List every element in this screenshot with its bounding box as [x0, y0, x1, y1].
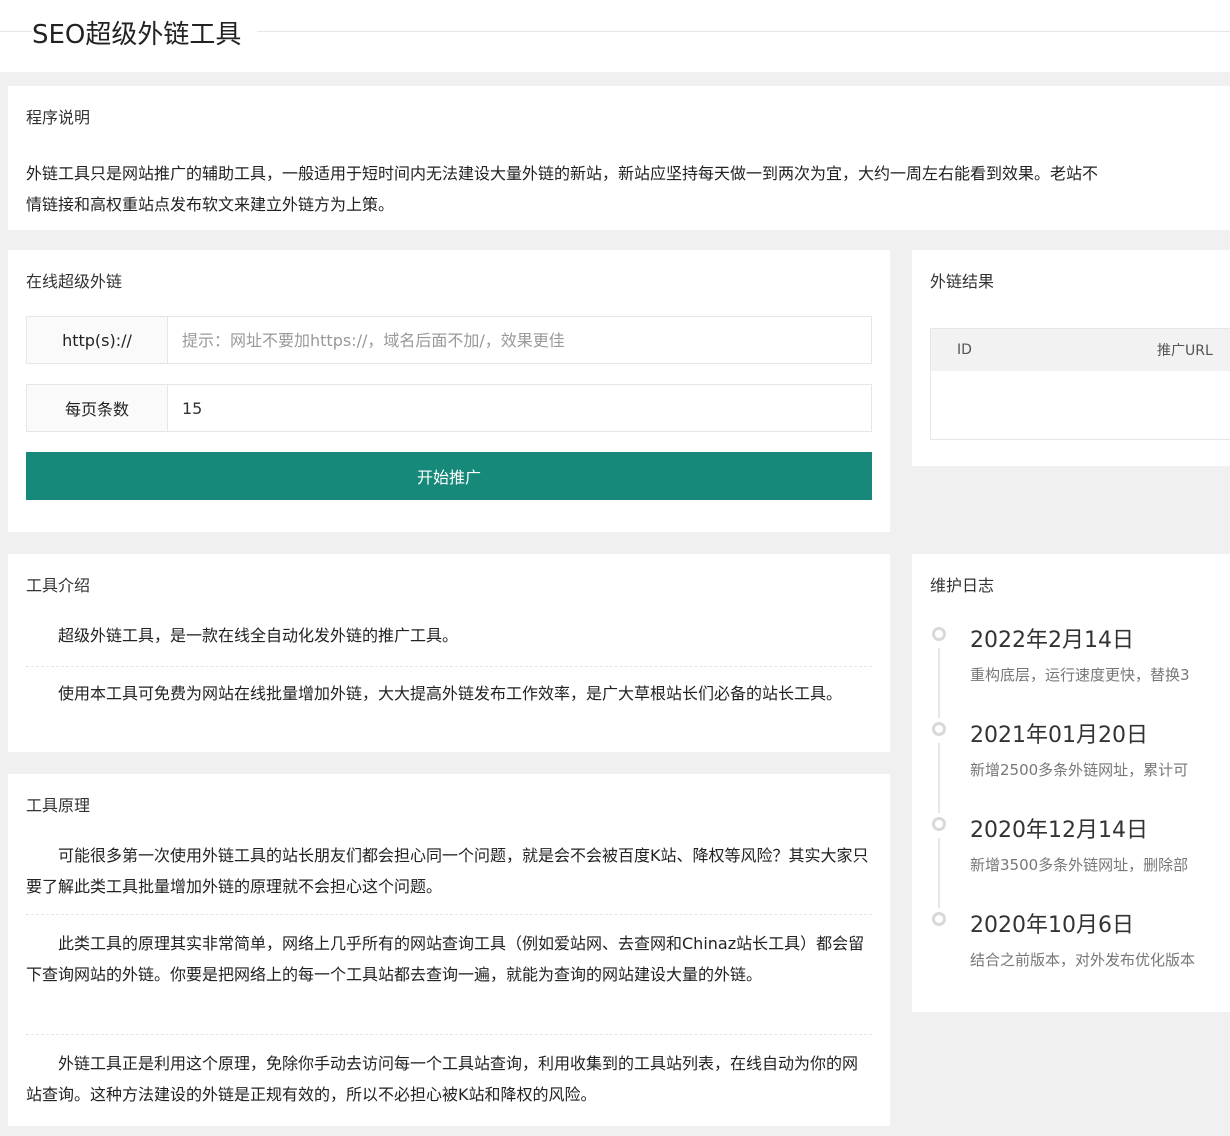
- url-row: http(s)://: [26, 316, 872, 364]
- tool-intro-title: 工具介绍: [26, 576, 91, 595]
- tool-intro-card: 工具介绍 超级外链工具，是一款在线全自动化发外链的推广工具。 使用本工具可免费为…: [8, 554, 890, 752]
- timeline-dot: [932, 722, 946, 736]
- changelog-desc: 新增3500多条外链网址，删除部: [970, 856, 1189, 874]
- changelog-date: 2021年01月20日: [970, 723, 1148, 748]
- divider: [26, 666, 872, 667]
- changelog-title: 维护日志: [930, 576, 995, 595]
- program-description-card: 程序说明 外链工具只是网站推广的辅助工具，一般适用于短时间内无法建设大量外链的新…: [8, 86, 1230, 230]
- url-input[interactable]: [168, 317, 871, 363]
- changelog-desc: 结合之前版本，对外发布优化版本: [970, 951, 1196, 969]
- page-header: SEO超级外链工具: [0, 0, 1230, 72]
- principle-title: 工具原理: [26, 796, 91, 815]
- timeline-line: [938, 838, 940, 908]
- timeline-dot: [932, 912, 946, 926]
- page-title: SEO超级外链工具: [32, 14, 258, 51]
- start-promotion-button[interactable]: 开始推广: [26, 452, 872, 500]
- divider: [26, 914, 872, 915]
- program-description-text: 外链工具只是网站推广的辅助工具，一般适用于短时间内无法建设大量外链的新站，新站应…: [26, 158, 1230, 220]
- changelog-date: 2020年12月14日: [970, 818, 1148, 843]
- changelog-date: 2020年10月6日: [970, 913, 1134, 938]
- changelog-date: 2022年2月14日: [970, 628, 1134, 653]
- changelog-desc: 新增2500多条外链网址，累计可: [970, 761, 1189, 779]
- principle-paragraph: 外链工具正是利用这个原理，免除你手动去访问每一个工具站查询，利用收集到的工具站列…: [26, 1054, 859, 1104]
- timeline-dot: [932, 817, 946, 831]
- timeline-dot: [932, 627, 946, 641]
- changelog-card: 维护日志 2022年2月14日 重构底层，运行速度更快，替换3 2021年01月…: [912, 554, 1230, 1012]
- program-description-title: 程序说明: [26, 108, 91, 127]
- per-page-input[interactable]: [168, 385, 871, 431]
- principle-paragraph: 可能很多第一次使用外链工具的站长朋友们都会担心同一个问题，就是会不会被百度K站、…: [26, 846, 869, 896]
- program-description-line-1: 外链工具只是网站推广的辅助工具，一般适用于短时间内无法建设大量外链的新站，新站应…: [26, 164, 1099, 183]
- timeline-line: [938, 743, 940, 813]
- url-prefix-label: http(s)://: [27, 317, 168, 363]
- results-title: 外链结果: [930, 272, 995, 291]
- divider: [26, 1034, 872, 1035]
- program-description-line-2: 情链接和高权重站点发布软文来建立外链方为上策。: [26, 195, 395, 214]
- principle-card: 工具原理 可能很多第一次使用外链工具的站长朋友们都会担心同一个问题，就是会不会被…: [8, 774, 890, 1126]
- online-form-title: 在线超级外链: [26, 272, 123, 291]
- changelog-desc: 重构底层，运行速度更快，替换3: [970, 666, 1190, 684]
- timeline-line: [938, 648, 940, 718]
- results-col-id: ID: [957, 342, 972, 358]
- tool-intro-paragraph: 使用本工具可免费为网站在线批量增加外链，大大提高外链发布工作效率，是广大草根站长…: [58, 684, 843, 703]
- per-page-row: 每页条数: [26, 384, 872, 432]
- results-col-url: 推广URL: [1157, 343, 1213, 359]
- results-table: ID 推广URL: [930, 328, 1230, 440]
- principle-paragraph: 此类工具的原理其实非常简单，网络上几乎所有的网站查询工具（例如爱站网、去查网和C…: [26, 934, 865, 984]
- tool-intro-paragraph: 超级外链工具，是一款在线全自动化发外链的推广工具。: [58, 626, 459, 645]
- results-card: 外链结果 ID 推广URL: [912, 250, 1230, 466]
- online-form-card: 在线超级外链 http(s):// 每页条数 开始推广: [8, 250, 890, 532]
- per-page-label: 每页条数: [27, 385, 168, 431]
- results-table-header: ID 推广URL: [931, 329, 1230, 371]
